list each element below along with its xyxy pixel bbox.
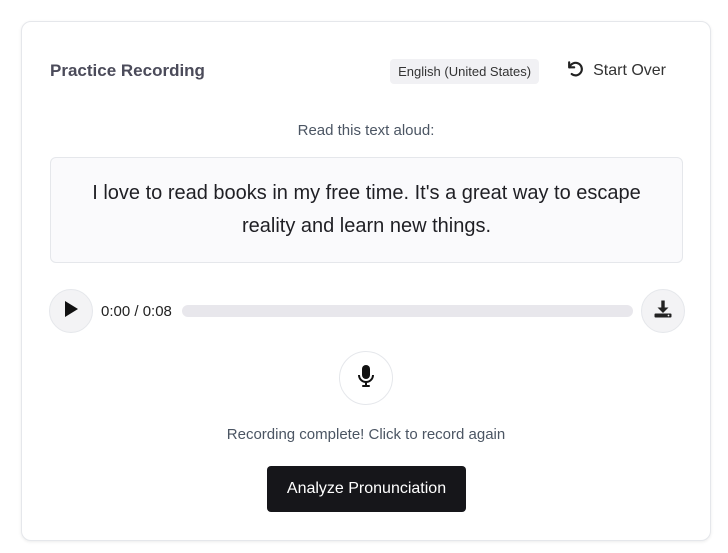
download-icon [653,299,673,324]
play-icon [63,300,79,323]
practice-recording-card: Practice Recording English (United State… [21,21,711,541]
passage-box: I love to read books in my free time. It… [50,157,683,263]
download-button[interactable] [641,289,685,333]
header-actions: English (United States) Start Over [390,58,682,84]
start-over-button[interactable]: Start Over [565,59,666,84]
recording-status: Recording complete! Click to record agai… [226,426,506,443]
microphone-icon [357,364,375,393]
start-over-label: Start Over [593,62,666,79]
time-display: 0:00 / 0:08 [101,302,172,320]
card-header: Practice Recording English (United State… [50,58,682,84]
instruction-text: Read this text aloud: [297,122,435,139]
analyze-pronunciation-button[interactable]: Analyze Pronunciation [267,466,466,512]
language-badge: English (United States) [390,58,540,84]
passage-text: I love to read books in my free time. It… [92,182,641,237]
play-button[interactable] [49,289,93,333]
progress-track[interactable] [181,305,633,317]
audio-player: 0:00 / 0:08 [49,289,685,333]
page-title: Practice Recording [50,61,205,80]
record-button[interactable] [339,351,393,405]
undo-icon [565,59,585,84]
